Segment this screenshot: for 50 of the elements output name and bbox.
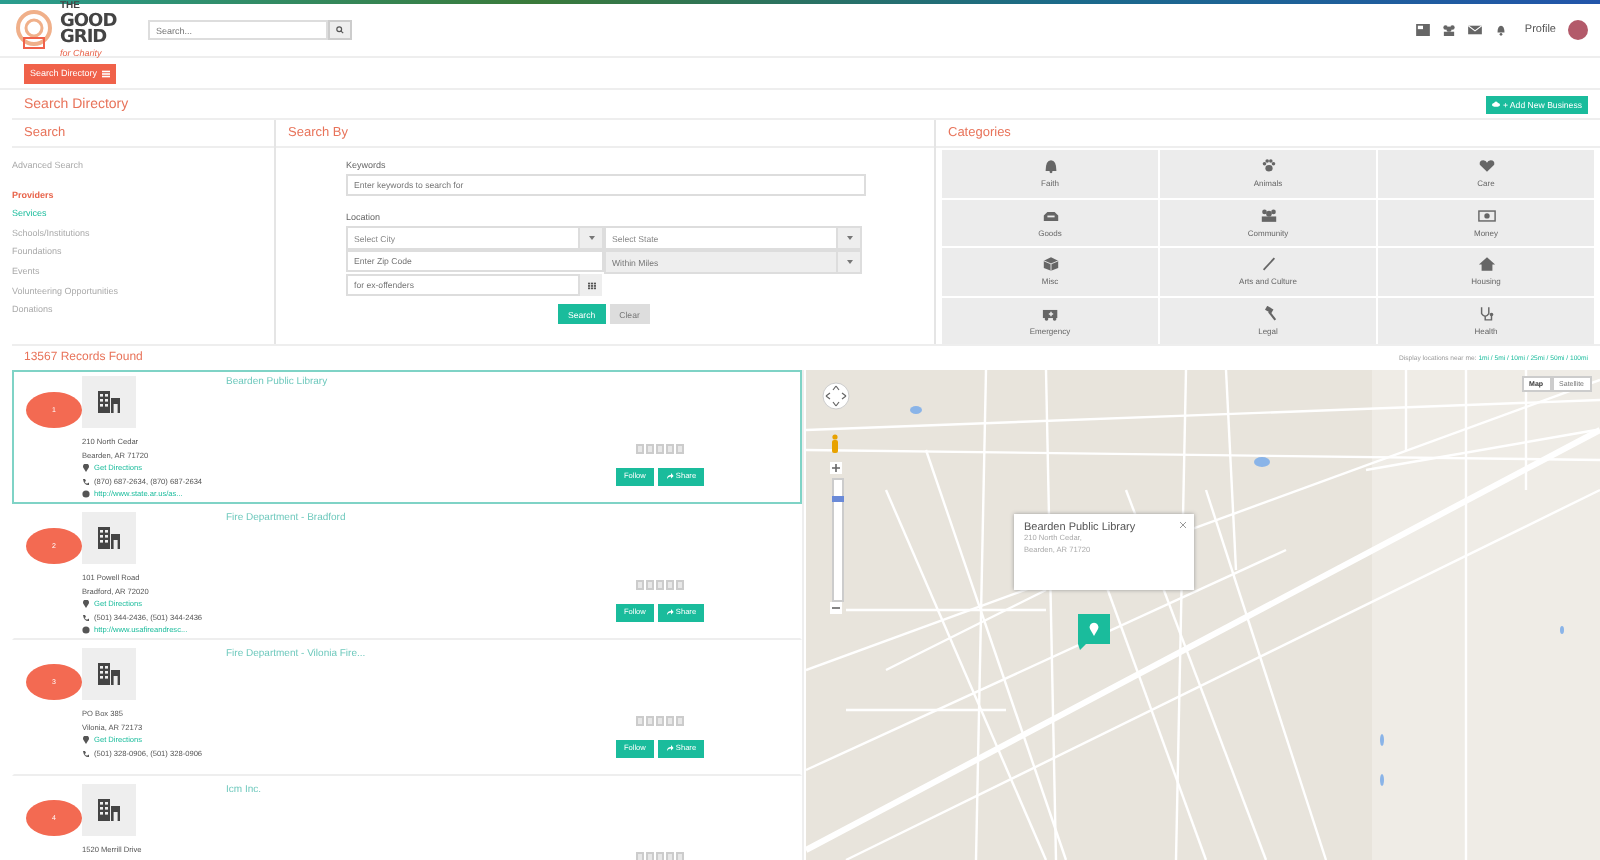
- phone-icon: [82, 749, 90, 758]
- zoom-slider[interactable]: [832, 478, 844, 602]
- caret-icon: [845, 234, 853, 242]
- zoom-out-icon[interactable]: [830, 602, 842, 614]
- cube-icon: [1041, 256, 1059, 273]
- phone-icon: [82, 477, 90, 486]
- brush-icon: [1259, 256, 1277, 273]
- share-arrow-icon: [665, 472, 674, 480]
- logo-text: GRID: [60, 30, 109, 46]
- share-arrow-icon: [665, 744, 674, 752]
- grid-button[interactable]: [580, 274, 602, 296]
- bell-icon: [1041, 158, 1059, 175]
- building-icon: [96, 798, 122, 822]
- banknote-icon: [1477, 207, 1495, 224]
- map-pin-icon: [82, 464, 90, 473]
- flower-logo-icon: [12, 8, 56, 52]
- avatar[interactable]: [1568, 20, 1588, 40]
- building-icon: [96, 662, 122, 686]
- map-pin-icon: [82, 600, 90, 609]
- tray-icon: [1041, 207, 1059, 224]
- caret-icon: [587, 234, 595, 242]
- close-icon[interactable]: [1180, 522, 1186, 528]
- users-icon[interactable]: [1442, 24, 1457, 36]
- globe-icon: [82, 490, 90, 499]
- globe-icon: [82, 626, 90, 635]
- pan-control-icon[interactable]: [822, 382, 850, 410]
- grid-icon: [587, 281, 595, 289]
- zoom-in-icon[interactable]: [830, 462, 842, 474]
- house-icon: [1477, 256, 1495, 273]
- newspaper-icon[interactable]: [1416, 24, 1431, 36]
- logo-text: GOOD: [60, 14, 117, 30]
- heart-icon: [1477, 158, 1495, 175]
- bell-icon[interactable]: [1494, 24, 1509, 36]
- building-icon: [96, 526, 122, 550]
- search-icon: [336, 26, 344, 34]
- gavel-icon: [1259, 305, 1277, 322]
- list-icon: [101, 69, 110, 77]
- users-icon: [1259, 207, 1277, 224]
- stethoscope-icon: [1477, 305, 1495, 322]
- paw-icon: [1259, 158, 1277, 175]
- search-button[interactable]: [328, 20, 352, 40]
- caret-icon: [845, 258, 853, 266]
- phone-icon: [82, 613, 90, 622]
- share-arrow-icon: [665, 608, 674, 616]
- building-icon: [96, 390, 122, 414]
- map-marker-icon[interactable]: [1078, 614, 1110, 650]
- map-pin-icon: [82, 736, 90, 745]
- envelope-icon[interactable]: [1468, 24, 1483, 36]
- ambulance-icon: [1041, 305, 1059, 322]
- cloud-icon: [1492, 100, 1501, 108]
